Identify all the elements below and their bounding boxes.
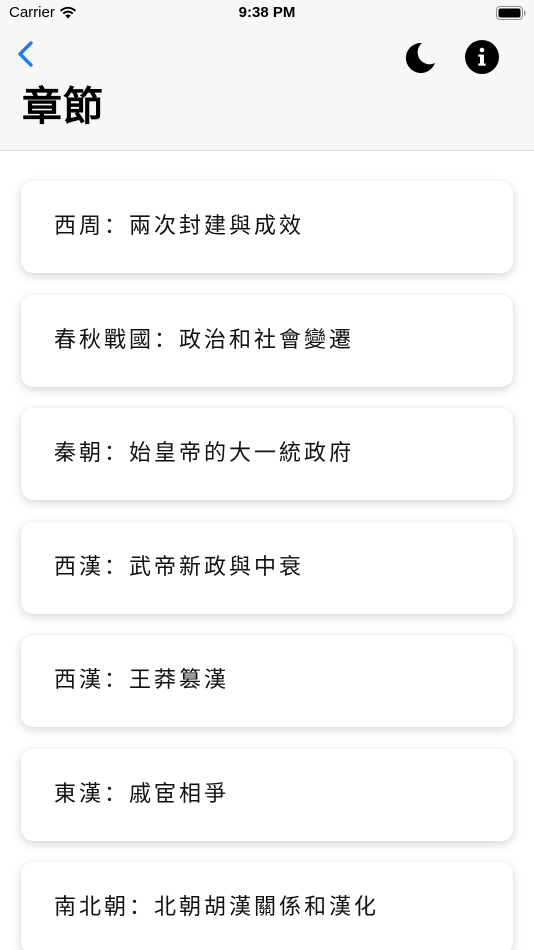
chapter-card[interactable]: 西漢：王莽篡漢 — [21, 635, 513, 727]
chapter-label: 秦朝：始皇帝的大一統政府 — [54, 441, 355, 466]
chapter-label: 春秋戰國：政治和社會變遷 — [54, 328, 355, 353]
chapter-label: 西漢：武帝新政與中衰 — [54, 555, 305, 580]
app-screen: Carrier 9:38 PM 章節 西周：兩次封建與成效 春秋戰國：政治和社會… — [0, 0, 534, 950]
back-button[interactable] — [14, 38, 40, 70]
chapter-label: 西周：兩次封建與成效 — [54, 214, 305, 239]
chapter-label: 東漢：戚宦相爭 — [54, 782, 230, 807]
dark-mode-button[interactable] — [402, 40, 438, 76]
page-title: 章節 — [22, 84, 104, 130]
chapter-card[interactable]: 西漢：武帝新政與中衰 — [21, 522, 513, 614]
chapter-card[interactable]: 南北朝：北朝胡漢關係和漢化 — [21, 862, 513, 950]
chapter-card[interactable]: 春秋戰國：政治和社會變遷 — [21, 295, 513, 387]
chevron-left-icon — [18, 41, 33, 67]
status-bar: Carrier 9:38 PM — [0, 0, 534, 28]
info-circle-icon — [465, 40, 499, 74]
status-time: 9:38 PM — [238, 4, 296, 21]
chapter-card[interactable]: 秦朝：始皇帝的大一統政府 — [21, 408, 513, 500]
battery-icon — [496, 6, 526, 20]
chapter-card[interactable]: 西周：兩次封建與成效 — [21, 181, 513, 273]
navigation-header: Carrier 9:38 PM 章節 — [0, 0, 534, 151]
chapter-label: 西漢：王莽篡漢 — [54, 668, 230, 693]
moon-icon — [405, 42, 435, 73]
chapter-card[interactable]: 東漢：戚宦相爭 — [21, 749, 513, 841]
info-button[interactable] — [465, 40, 499, 74]
chapter-label: 南北朝：北朝胡漢關係和漢化 — [54, 895, 380, 920]
chapter-list: 西周：兩次封建與成效 春秋戰國：政治和社會變遷 秦朝：始皇帝的大一統政府 西漢：… — [0, 151, 534, 950]
